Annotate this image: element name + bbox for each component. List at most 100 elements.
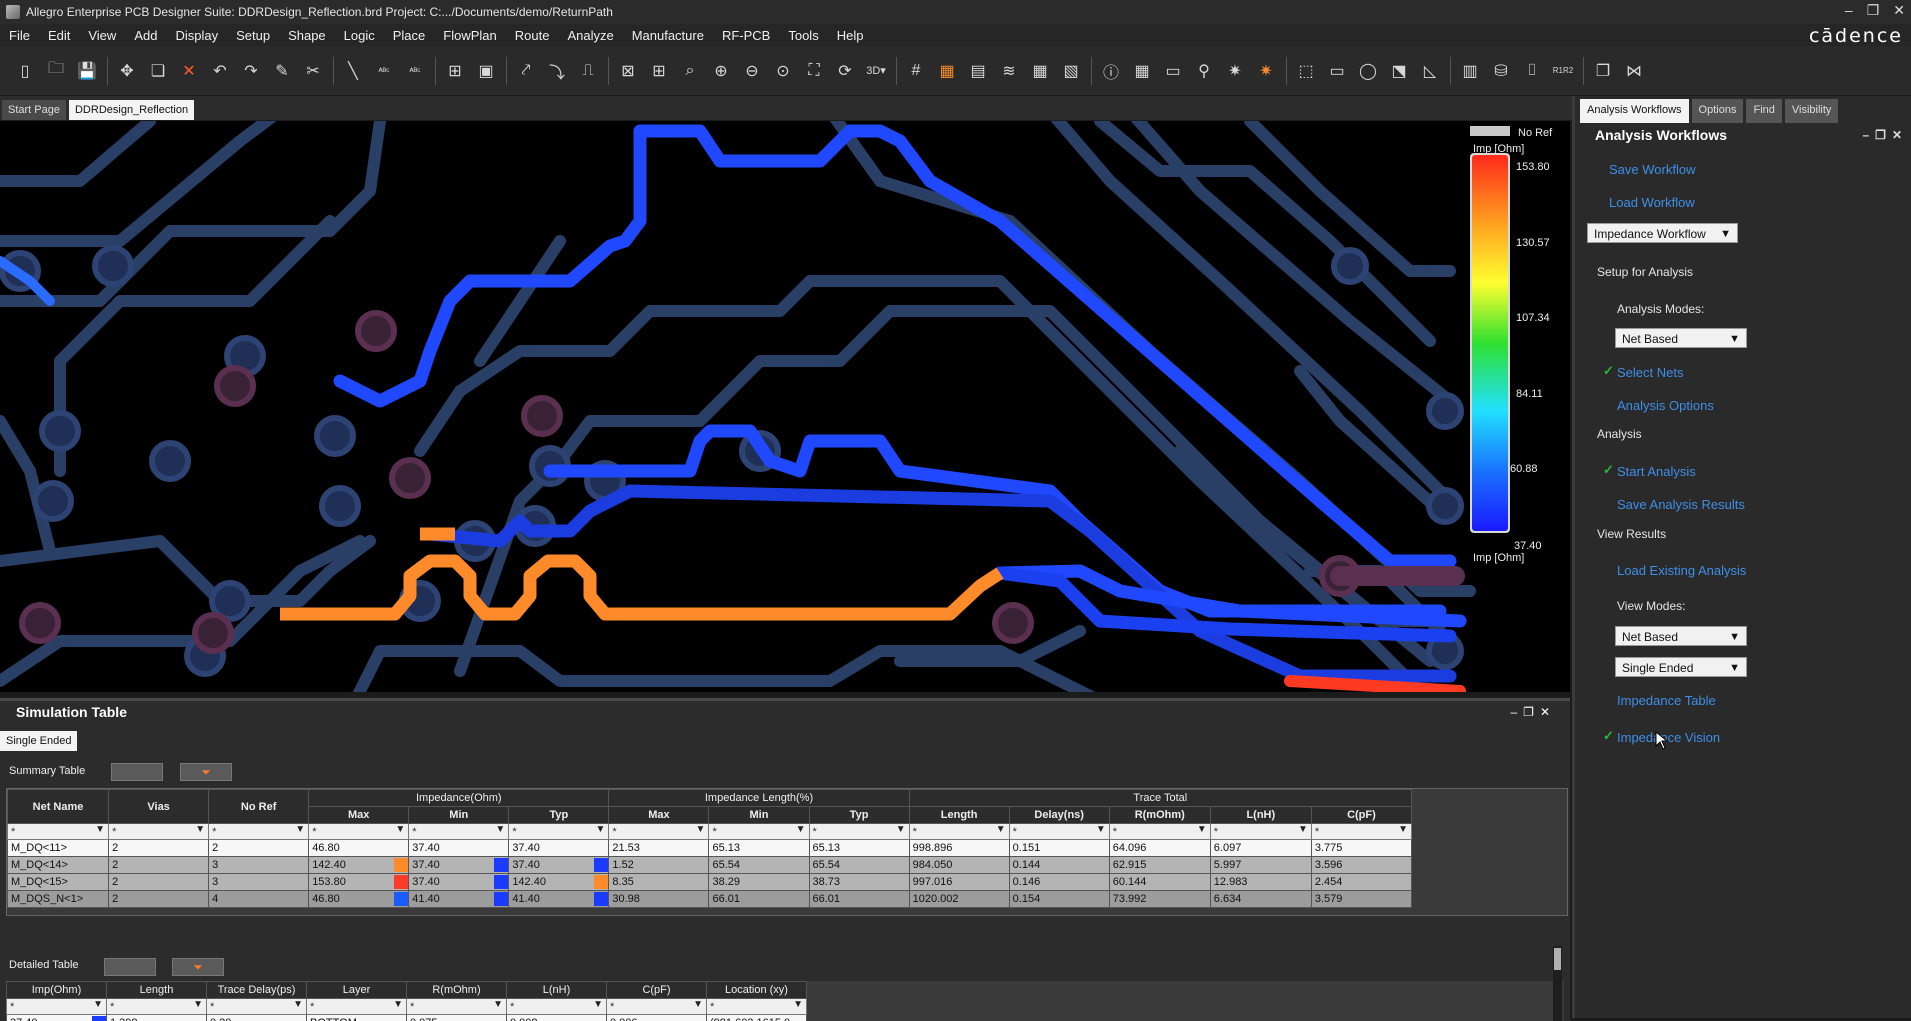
- move-icon[interactable]: ✥: [114, 58, 140, 84]
- load-existing-analysis-link[interactable]: Load Existing Analysis: [1617, 563, 1746, 578]
- shape-circle-icon[interactable]: ◯: [1355, 58, 1381, 84]
- table-cell[interactable]: 37.40: [409, 840, 509, 857]
- constraint-manager-icon[interactable]: ▦: [1027, 58, 1053, 84]
- menu-manufacture[interactable]: Manufacture: [623, 28, 713, 43]
- chevron-down-icon[interactable]: ▼: [295, 824, 305, 835]
- delete-icon[interactable]: ✕: [176, 58, 202, 84]
- impedance-table-link[interactable]: Impedance Table: [1617, 693, 1716, 708]
- undo-icon[interactable]: ↶: [207, 58, 233, 84]
- table-cell[interactable]: 142.40: [309, 857, 409, 874]
- shape-select-icon[interactable]: ⬔: [1386, 58, 1412, 84]
- chevron-down-icon[interactable]: ▼: [93, 999, 103, 1010]
- col-header-imp-typ[interactable]: Typ: [509, 807, 609, 824]
- table-cell[interactable]: 65.13: [709, 840, 809, 857]
- chevron-down-icon[interactable]: ▼: [896, 824, 906, 835]
- col-header-layer[interactable]: Layer: [307, 982, 407, 999]
- table-cell[interactable]: 153.80: [309, 874, 409, 891]
- table-cell[interactable]: 60.144: [1109, 874, 1210, 891]
- table-row[interactable]: M_DQS_N<1>2446.8041.4041.4030.9866.0166.…: [8, 891, 1412, 908]
- minimize-icon[interactable]: –: [1845, 2, 1853, 19]
- tab-start-page[interactable]: Start Page: [2, 100, 66, 120]
- column-filter-input[interactable]: *▼: [507, 999, 607, 1015]
- table-minimize-icon[interactable]: –: [1510, 705, 1523, 719]
- shape-void-icon[interactable]: ◺: [1417, 58, 1443, 84]
- col-header-inductance[interactable]: L(nH): [507, 982, 607, 999]
- table-cell[interactable]: 62.915: [1109, 857, 1210, 874]
- table-cell[interactable]: 4: [209, 891, 309, 908]
- table-cell[interactable]: 37.40: [409, 857, 509, 874]
- chevron-down-icon[interactable]: ▼: [195, 824, 205, 835]
- view-mode-select[interactable]: Net Based▼: [1615, 626, 1747, 646]
- menu-place[interactable]: Place: [384, 28, 435, 43]
- chevron-down-icon[interactable]: ▼: [996, 824, 1006, 835]
- menu-analyze[interactable]: Analyze: [558, 28, 622, 43]
- menu-rf-pcb[interactable]: RF-PCB: [713, 28, 779, 43]
- col-header-imp-max[interactable]: Max: [309, 807, 409, 824]
- table-cell[interactable]: 73.992: [1109, 891, 1210, 908]
- tab-options[interactable]: Options: [1692, 99, 1744, 123]
- 3d-view-icon[interactable]: 3D▾: [863, 58, 889, 84]
- col-header-no-ref[interactable]: No Ref: [209, 790, 309, 824]
- table-cell[interactable]: 0.151: [1009, 840, 1109, 857]
- select-nets-link[interactable]: Select Nets: [1617, 365, 1683, 380]
- col-header-delay[interactable]: Delay(ns): [1009, 807, 1109, 824]
- add-line-icon[interactable]: ╲: [340, 58, 366, 84]
- tab-find[interactable]: Find: [1746, 99, 1781, 123]
- pcb-layout-view[interactable]: No Ref Imp [Ohm] 153.80 130.57 107.34 84…: [0, 121, 1570, 692]
- table-cell[interactable]: 41.40: [509, 891, 609, 908]
- rename-icon[interactable]: R1R2: [1550, 58, 1576, 84]
- table-cell[interactable]: 3.596: [1311, 857, 1411, 874]
- save-icon[interactable]: 💾: [74, 58, 100, 84]
- detailed-options-button[interactable]: [104, 958, 156, 976]
- chevron-down-icon[interactable]: ▼: [95, 824, 105, 835]
- col-header-imp[interactable]: Imp(Ohm): [7, 982, 107, 999]
- column-filter-input[interactable]: *▼: [609, 824, 709, 840]
- column-filter-input[interactable]: *▼: [7, 999, 107, 1015]
- table-cell[interactable]: 8.35: [609, 874, 709, 891]
- chevron-down-icon[interactable]: ▼: [1398, 824, 1408, 835]
- table-cell[interactable]: 6.097: [1210, 840, 1311, 857]
- window-icon[interactable]: ❐: [1590, 58, 1616, 84]
- table-cell[interactable]: 2.454: [1311, 874, 1411, 891]
- table-cell[interactable]: 2: [109, 857, 209, 874]
- table-row[interactable]: M_DQ<14>23142.4037.4037.401.5265.5465.54…: [8, 857, 1412, 874]
- col-header-net-name[interactable]: Net Name: [8, 790, 109, 824]
- table-cell[interactable]: 66.01: [709, 891, 809, 908]
- tab-analysis-workflows[interactable]: Analysis Workflows: [1580, 99, 1689, 123]
- copy-icon[interactable]: ❏: [145, 58, 171, 84]
- col-header-resistance[interactable]: R(mOhm): [1109, 807, 1210, 824]
- table-cell[interactable]: 21.53: [609, 840, 709, 857]
- tab-visibility[interactable]: Visibility: [1785, 99, 1839, 123]
- table-float-icon[interactable]: ❐: [1523, 705, 1540, 719]
- chevron-down-icon[interactable]: ▼: [1298, 824, 1308, 835]
- highlight-icon[interactable]: ✷: [1222, 58, 1248, 84]
- zoom-in-icon[interactable]: ⊕: [708, 58, 734, 84]
- table-cell[interactable]: 2: [109, 840, 209, 857]
- column-filter-input[interactable]: *▼: [409, 824, 509, 840]
- slide-icon[interactable]: ⤵: [544, 58, 570, 84]
- chevron-down-icon[interactable]: ▼: [796, 824, 806, 835]
- table-cell[interactable]: 0.146: [1009, 874, 1109, 891]
- chevron-down-icon[interactable]: ▼: [693, 999, 703, 1010]
- table-cell[interactable]: M_DQS_N<1>: [8, 891, 109, 908]
- panel-float-icon[interactable]: ❐: [1875, 128, 1892, 142]
- menu-shape[interactable]: Shape: [279, 28, 335, 43]
- pcb-editor-icon[interactable]: ▧: [1058, 58, 1084, 84]
- place-symbol-icon[interactable]: ▣: [473, 58, 499, 84]
- start-analysis-link[interactable]: Start Analysis: [1617, 464, 1696, 479]
- workflow-select[interactable]: Impedance Workflow▼: [1587, 223, 1738, 243]
- menu-logic[interactable]: Logic: [335, 28, 384, 43]
- stackup-icon[interactable]: ≋: [996, 58, 1022, 84]
- analysis-options-link[interactable]: Analysis Options: [1617, 398, 1714, 413]
- detail-scrollbar[interactable]: [1553, 946, 1562, 1021]
- pin-icon[interactable]: ✎: [269, 58, 295, 84]
- panel-minimize-icon[interactable]: –: [1862, 128, 1875, 142]
- chevron-down-icon[interactable]: ▼: [696, 824, 706, 835]
- table-icon[interactable]: ▦: [1129, 58, 1155, 84]
- chevron-down-icon[interactable]: ▼: [595, 824, 605, 835]
- table-cell[interactable]: 0.144: [1009, 857, 1109, 874]
- column-filter-input[interactable]: *▼: [1311, 824, 1411, 840]
- menu-flowplan[interactable]: FlowPlan: [434, 28, 505, 43]
- table-cell[interactable]: 3.775: [1311, 840, 1411, 857]
- column-filter-input[interactable]: *▼: [207, 999, 307, 1015]
